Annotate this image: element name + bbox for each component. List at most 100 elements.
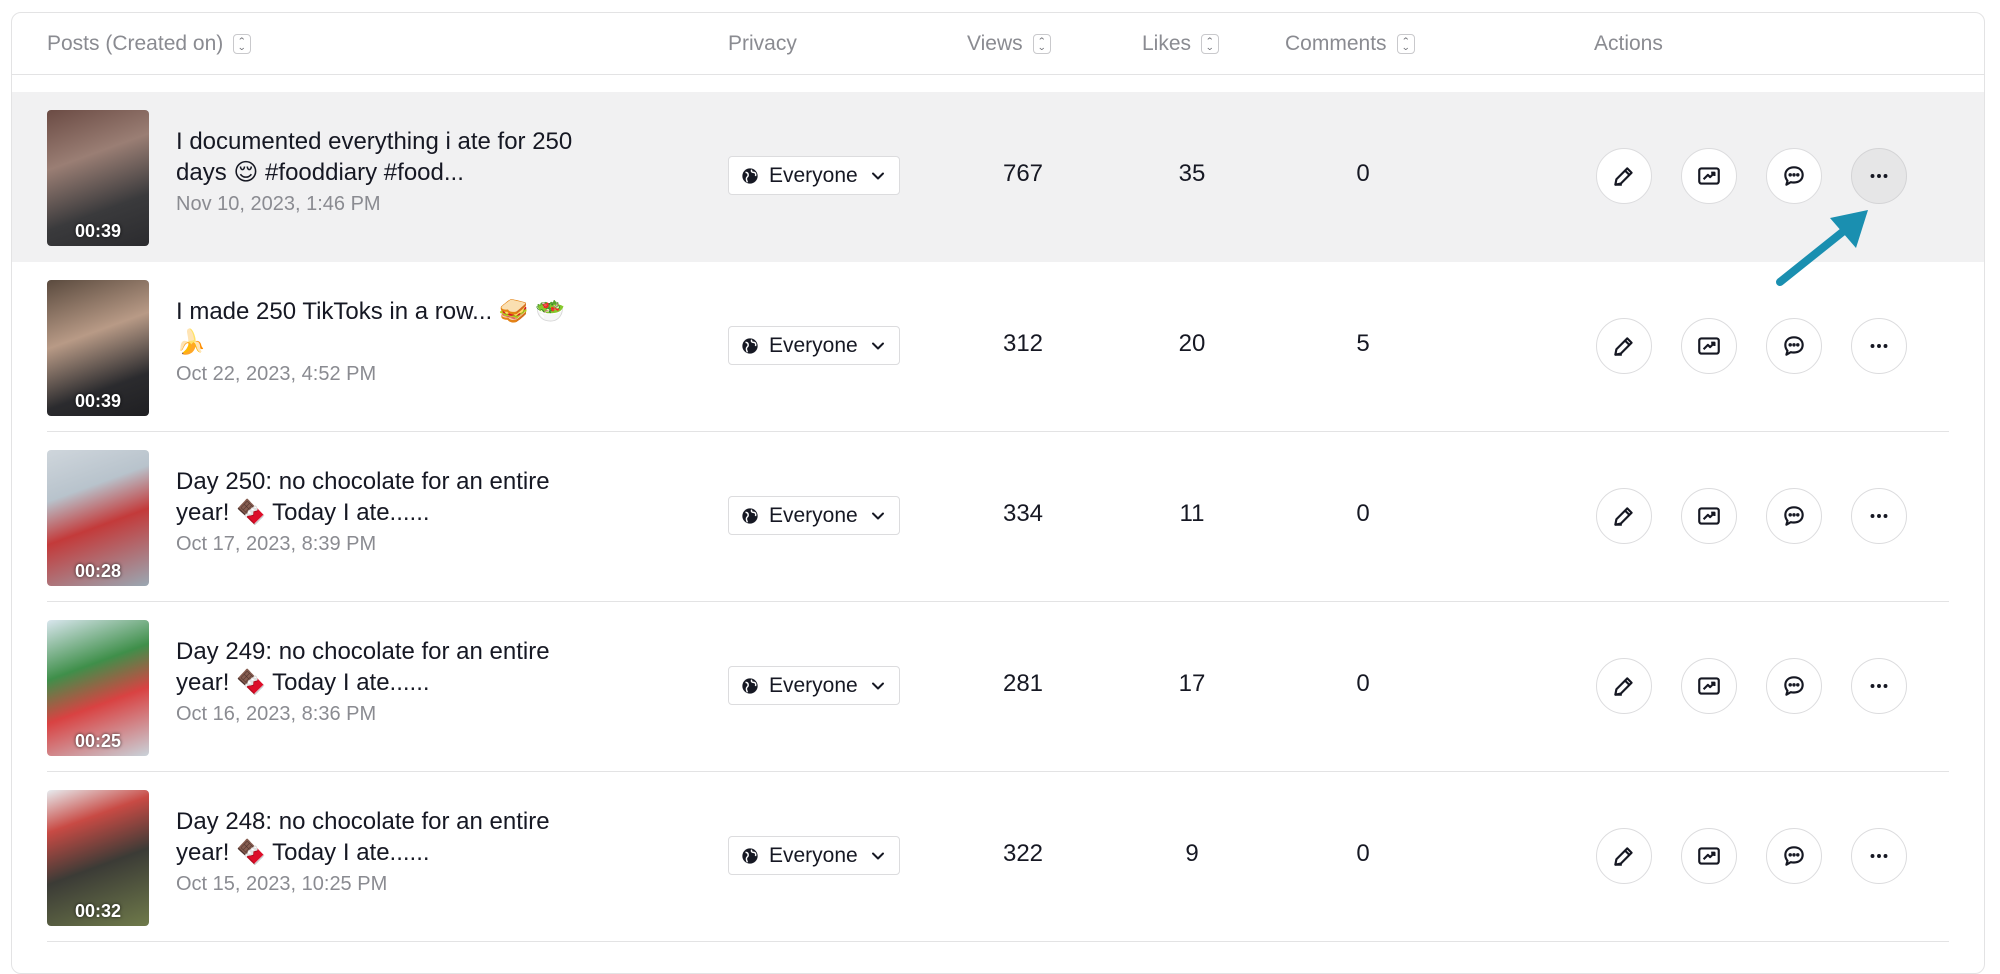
- more-icon: [1866, 843, 1892, 869]
- more-button[interactable]: [1851, 148, 1907, 204]
- analytics-icon: [1696, 673, 1722, 699]
- post-title[interactable]: Day 248: no chocolate for an entire year…: [176, 806, 576, 868]
- table-row[interactable]: 00:32 Day 248: no chocolate for an entir…: [12, 772, 1984, 942]
- views-count: 312: [1002, 330, 1044, 357]
- views-count: 322: [1002, 840, 1044, 867]
- edit-button[interactable]: [1596, 658, 1652, 714]
- more-icon: [1866, 503, 1892, 529]
- globe-icon: [742, 507, 758, 524]
- sort-icon[interactable]: ⌃ ⌄: [1032, 34, 1051, 54]
- globe-icon: [742, 677, 758, 694]
- privacy-dropdown[interactable]: Everyone: [728, 496, 900, 535]
- comments-button[interactable]: [1766, 488, 1822, 544]
- analytics-button[interactable]: [1681, 148, 1737, 204]
- privacy-dropdown[interactable]: Everyone: [728, 156, 900, 195]
- video-duration: 00:28: [74, 561, 122, 581]
- comments-count: 5: [1356, 330, 1370, 357]
- posts-table: Posts (Created on) ⌃ ⌄ Privacy Views ⌃ ⌄ L…: [11, 12, 1985, 974]
- video-thumbnail[interactable]: 00:39: [47, 110, 149, 246]
- column-header-posts[interactable]: Posts (Created on) ⌃ ⌄: [47, 30, 252, 58]
- column-header-views[interactable]: Views ⌃ ⌄: [967, 30, 1051, 58]
- comments-button[interactable]: [1766, 148, 1822, 204]
- post-title[interactable]: I documented everything i ate for 250 da…: [176, 126, 576, 188]
- video-duration: 00:32: [74, 901, 122, 921]
- comments-button[interactable]: [1766, 658, 1822, 714]
- comments-icon: [1781, 673, 1807, 699]
- sort-icon[interactable]: ⌃ ⌄: [1201, 34, 1220, 54]
- analytics-icon: [1696, 163, 1722, 189]
- globe-icon: [742, 167, 758, 184]
- video-thumbnail[interactable]: 00:39: [47, 280, 149, 416]
- more-button[interactable]: [1851, 658, 1907, 714]
- analytics-button[interactable]: [1681, 658, 1737, 714]
- video-thumbnail[interactable]: 00:28: [47, 450, 149, 586]
- column-header-likes[interactable]: Likes ⌃ ⌄: [1142, 30, 1220, 58]
- row-divider: [47, 941, 1949, 942]
- analytics-icon: [1696, 503, 1722, 529]
- video-thumbnail[interactable]: 00:25: [47, 620, 149, 756]
- post-title[interactable]: I made 250 TikToks in a row... 🥪 🥗 🍌: [176, 296, 576, 358]
- more-button[interactable]: [1851, 318, 1907, 374]
- post-date: Oct 16, 2023, 8:36 PM: [176, 703, 377, 725]
- post-date: Oct 17, 2023, 8:39 PM: [176, 533, 377, 555]
- privacy-value: Everyone: [769, 673, 858, 697]
- likes-count: 20: [1178, 330, 1206, 357]
- pointer-arrow-icon: [1776, 210, 1868, 286]
- edit-icon: [1611, 673, 1637, 699]
- more-button[interactable]: [1851, 828, 1907, 884]
- table-row[interactable]: 00:39 I documented everything i ate for …: [12, 92, 1984, 262]
- analytics-button[interactable]: [1681, 488, 1737, 544]
- video-duration: 00:25: [74, 731, 122, 751]
- column-header-comments[interactable]: Comments ⌃ ⌄: [1285, 30, 1415, 58]
- likes-count: 11: [1179, 500, 1205, 527]
- comments-icon: [1781, 163, 1807, 189]
- edit-icon: [1611, 503, 1637, 529]
- analytics-icon: [1696, 333, 1722, 359]
- edit-button[interactable]: [1596, 488, 1652, 544]
- privacy-value: Everyone: [769, 333, 858, 357]
- privacy-dropdown[interactable]: Everyone: [728, 666, 900, 705]
- table-row[interactable]: 00:28 Day 250: no chocolate for an entir…: [12, 432, 1984, 602]
- edit-button[interactable]: [1596, 148, 1652, 204]
- sort-icon[interactable]: ⌃ ⌄: [1396, 34, 1415, 54]
- video-duration: 00:39: [74, 221, 122, 241]
- table-row[interactable]: 00:39 I made 250 TikToks in a row... 🥪 🥗…: [12, 262, 1984, 432]
- post-date: Oct 22, 2023, 4:52 PM: [176, 363, 377, 385]
- chevron-down-icon: [871, 512, 884, 519]
- chevron-down-icon: [871, 852, 884, 859]
- analytics-button[interactable]: [1681, 318, 1737, 374]
- video-thumbnail[interactable]: 00:32: [47, 790, 149, 926]
- globe-icon: [742, 847, 758, 864]
- edit-icon: [1611, 333, 1637, 359]
- comments-button[interactable]: [1766, 318, 1822, 374]
- comments-button[interactable]: [1766, 828, 1822, 884]
- video-duration: 00:39: [74, 391, 122, 411]
- chevron-down-icon: [871, 342, 884, 349]
- privacy-value: Everyone: [769, 503, 858, 527]
- privacy-dropdown[interactable]: Everyone: [728, 326, 900, 365]
- column-header-actions: Actions: [1594, 32, 1663, 55]
- post-title[interactable]: Day 249: no chocolate for an entire year…: [176, 636, 576, 698]
- views-count: 334: [1002, 500, 1044, 527]
- likes-count: 35: [1178, 160, 1206, 187]
- analytics-button[interactable]: [1681, 828, 1737, 884]
- chevron-down-icon: [871, 682, 884, 689]
- views-count: 281: [1002, 670, 1044, 697]
- more-icon: [1866, 163, 1892, 189]
- table-header: Posts (Created on) ⌃ ⌄ Privacy Views ⌃ ⌄ L…: [12, 13, 1984, 75]
- likes-count: 9: [1185, 840, 1199, 867]
- analytics-icon: [1696, 843, 1722, 869]
- globe-icon: [742, 337, 758, 354]
- edit-button[interactable]: [1596, 318, 1652, 374]
- table-row[interactable]: 00:25 Day 249: no chocolate for an entir…: [12, 602, 1984, 772]
- views-count: 767: [1002, 160, 1044, 187]
- column-header-privacy: Privacy: [728, 32, 797, 55]
- comments-count: 0: [1356, 840, 1370, 867]
- more-button[interactable]: [1851, 488, 1907, 544]
- edit-button[interactable]: [1596, 828, 1652, 884]
- post-title[interactable]: Day 250: no chocolate for an entire year…: [176, 466, 576, 528]
- chevron-down-icon: [871, 172, 884, 179]
- privacy-dropdown[interactable]: Everyone: [728, 836, 900, 875]
- sort-icon[interactable]: ⌃ ⌄: [233, 34, 252, 54]
- comments-count: 0: [1356, 500, 1370, 527]
